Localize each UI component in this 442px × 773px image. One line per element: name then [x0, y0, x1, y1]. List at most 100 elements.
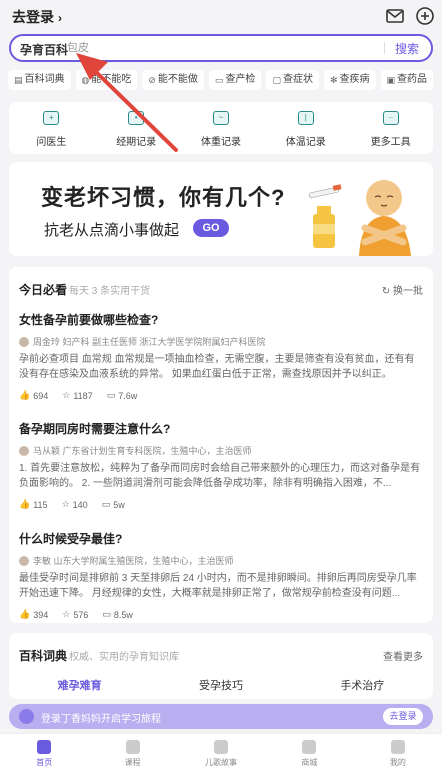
section-subtitle: 权威、实用的孕育知识库: [69, 652, 179, 663]
tab-shop[interactable]: 商城: [265, 734, 353, 773]
tab-label: 课程: [124, 758, 141, 767]
quick-tab-label: 查药品: [397, 74, 428, 85]
view-count: 8.5w: [113, 609, 133, 620]
article-item[interactable]: 什么时候受孕最佳? 李敏 山东大学附属生殖医院，生殖中心，主治医师 最佳受孕时间…: [19, 530, 423, 620]
mail-icon[interactable]: [385, 6, 405, 26]
quick-tab-disease[interactable]: ✻ 查疾病: [323, 70, 376, 90]
tool-label: 体重记录: [200, 137, 241, 148]
article-author: 周金玲 妇产科 副主任医师 浙江大学医学院附属妇产科医院: [33, 337, 266, 347]
quick-tab-can-do[interactable]: ⊘ 能不能做: [142, 70, 204, 90]
like-button[interactable]: 👍 694: [19, 390, 48, 401]
like-count: 694: [33, 390, 49, 401]
tab-stories[interactable]: 儿歌故事: [177, 734, 265, 773]
tab-conception-tips[interactable]: 受孕技巧: [150, 677, 291, 693]
quick-tab-checkup[interactable]: ▭ 查产检: [208, 70, 262, 90]
favorite-button[interactable]: ☆ 140: [62, 499, 88, 510]
article-item[interactable]: 女性备孕前要做哪些检查? 周金玲 妇产科 副主任医师 浙江大学医学院附属妇产科医…: [19, 311, 423, 401]
profile-icon: [390, 740, 405, 754]
like-button[interactable]: 👍 394: [19, 609, 48, 620]
banner-subtitle: 抗老从点滴小事做起: [44, 222, 180, 239]
view-count: 5w: [113, 499, 125, 510]
quick-tab-drug[interactable]: ▣ 查药品: [380, 70, 434, 90]
monk-illustration: [308, 180, 411, 256]
login-prompt-button[interactable]: 去登录: [383, 708, 423, 725]
home-icon: [37, 740, 52, 754]
favorite-button[interactable]: ☆ 576: [62, 609, 88, 620]
food-icon: ◍: [81, 75, 90, 85]
tool-label: 体温记录: [285, 137, 326, 148]
favorite-count: 1187: [73, 390, 93, 401]
like-count: 394: [33, 609, 49, 620]
tab-surgery[interactable]: 手术治疗: [292, 677, 433, 693]
star-icon: ☆: [61, 499, 70, 509]
promo-banner[interactable]: 变老坏习惯，你有几个? 抗老从点滴小事做起 GO: [9, 162, 433, 256]
login-prompt-text: 登录丁香妈妈开启学习旅程: [41, 714, 161, 725]
disease-icon: ✻: [329, 75, 338, 85]
article-excerpt: 最佳受孕时间是排卵前 3 天至排卵后 24 小时内，而不是排卵瞬间。排卵后再同房…: [19, 573, 417, 599]
quick-tab-symptom[interactable]: ▢ 查症状: [266, 70, 319, 90]
user-icon: [19, 709, 34, 724]
quick-tab-encyclopedia[interactable]: ▤ 百科词典: [8, 70, 71, 90]
search-divider: [384, 42, 385, 54]
views-icon: ▭: [101, 499, 111, 509]
article-author: 马从颖 广东省计划生育专科医院，生殖中心，主治医师: [33, 446, 252, 456]
add-icon[interactable]: [415, 6, 435, 26]
tool-label: 经期记录: [116, 137, 157, 148]
article-title: 备孕期同房时需要注意什么?: [19, 422, 171, 436]
refresh-button[interactable]: ↻ 换一批: [382, 282, 423, 297]
tab-label: 首页: [36, 758, 53, 767]
quick-tab-can-eat[interactable]: ◍ 能不能吃: [75, 70, 138, 90]
avatar: [19, 336, 29, 347]
search-bar[interactable]: 孕育百科 搜索: [9, 34, 433, 62]
quick-tab-label: 查疾病: [339, 74, 370, 85]
tab-home[interactable]: 首页: [0, 734, 88, 773]
tab-infertility[interactable]: 难孕难育: [9, 677, 150, 693]
tool-period-record[interactable]: • 经期记录: [94, 102, 179, 154]
favorite-button[interactable]: ☆ 1187: [62, 390, 92, 401]
tab-label: 我的: [389, 758, 406, 767]
doctor-icon: +: [43, 111, 60, 125]
bottom-tab-bar: 首页 课程 儿歌故事 商城 我的: [0, 733, 442, 773]
like-count: 115: [33, 499, 48, 510]
article-item[interactable]: 备孕期同房时需要注意什么? 马从颖 广东省计划生育专科医院，生殖中心，主治医师 …: [19, 420, 423, 510]
star-icon: ☆: [62, 609, 71, 619]
login-prompt-bar[interactable]: 登录丁香妈妈开启学习旅程 去登录: [9, 704, 433, 729]
drug-icon: ▣: [386, 75, 396, 85]
search-scope[interactable]: 孕育百科: [20, 41, 68, 58]
see-more-link[interactable]: 查看更多: [383, 648, 423, 663]
banner-go-button[interactable]: GO: [193, 219, 229, 237]
login-label: 去登录: [12, 9, 54, 25]
search-input[interactable]: [67, 39, 367, 57]
quick-tabs: ▤ 百科词典 ◍ 能不能吃 ⊘ 能不能做 ▭ 查产检 ▢ 查症状 ✻ 查疾病 ▣ 查药品: [8, 70, 434, 90]
quick-tab-label: 查症状: [282, 74, 313, 85]
shop-icon: [302, 740, 317, 754]
views: ▭ 5w: [102, 499, 125, 510]
section-subtitle: 每天 3 条实用干货: [69, 286, 151, 297]
tool-more[interactable]: ·· 更多工具: [348, 102, 433, 154]
encyclopedia-card: 百科词典 权威、实用的孕育知识库 查看更多 难孕难育 受孕技巧 手术治疗: [9, 633, 433, 699]
no-icon: ⊘: [148, 75, 156, 85]
tab-courses[interactable]: 课程: [88, 734, 176, 773]
quick-tab-label: 能不能吃: [91, 74, 132, 85]
tools-panel: + 问医生 • 经期记录 ~ 体重记录 | 体温记录 ·· 更多工具: [9, 102, 433, 154]
thumbs-up-icon: 👍: [19, 390, 31, 400]
tool-label: 更多工具: [370, 137, 411, 148]
tab-label: 儿歌故事: [205, 758, 238, 767]
quick-tab-label: 百科词典: [24, 74, 65, 85]
banner-title: 变老坏习惯，你有几个?: [41, 185, 286, 210]
avatar: [19, 555, 29, 566]
symptom-icon: ▢: [272, 75, 281, 85]
views: ▭ 7.6w: [107, 390, 138, 401]
tool-ask-doctor[interactable]: + 问医生: [9, 102, 94, 154]
login-link[interactable]: 去登录 ›: [12, 7, 62, 27]
views: ▭ 8.5w: [102, 609, 133, 620]
refresh-label: 换一批: [393, 286, 423, 297]
tool-weight-record[interactable]: ~ 体重记录: [179, 102, 264, 154]
star-icon: ☆: [62, 390, 71, 400]
tab-profile[interactable]: 我的: [354, 734, 442, 773]
like-button[interactable]: 👍 115: [19, 499, 48, 510]
period-icon: •: [128, 111, 145, 125]
tool-temperature-record[interactable]: | 体温记录: [263, 102, 348, 154]
search-button[interactable]: 搜索: [395, 40, 419, 57]
check-icon: ▭: [214, 75, 224, 85]
